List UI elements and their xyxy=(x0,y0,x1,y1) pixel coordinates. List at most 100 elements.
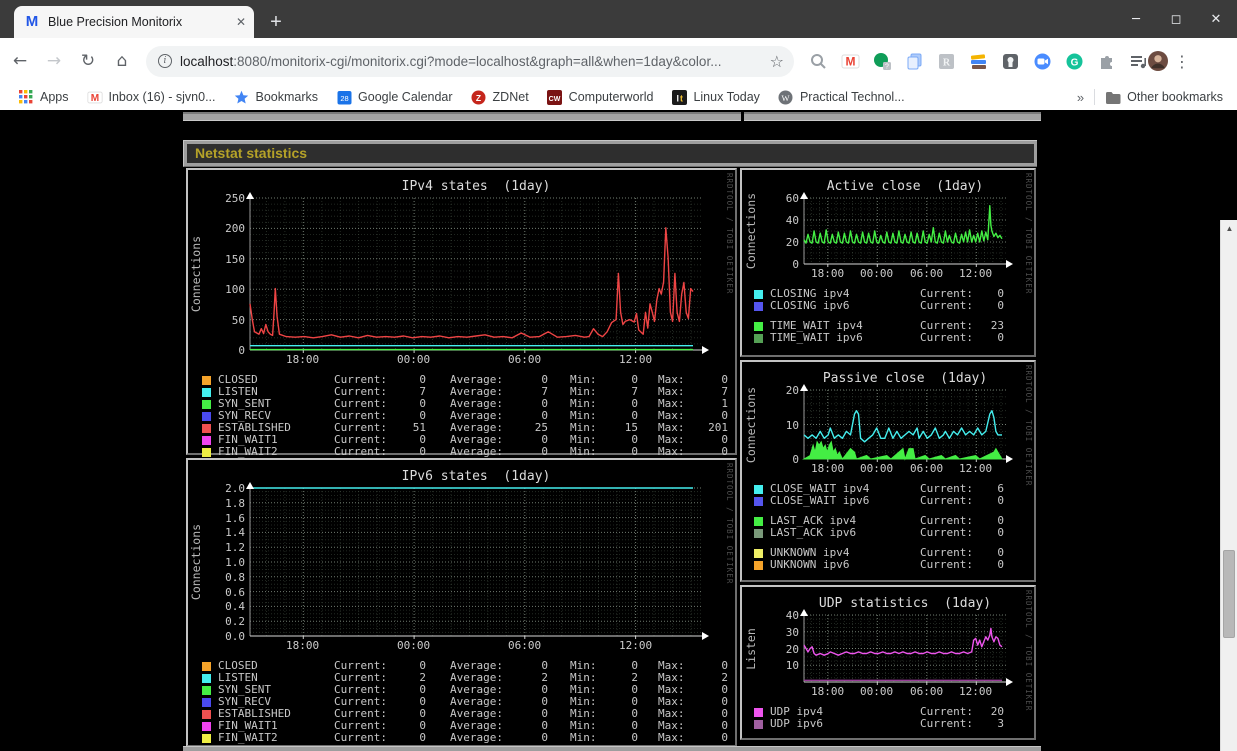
rrdtool-watermark: RRDTOOL / TOBI OETIKER xyxy=(1024,173,1033,295)
address-bar[interactable]: i localhost:8080/monitorix-cgi/monitorix… xyxy=(146,45,794,77)
graph-ipv4-states[interactable]: RRDTOOL / TOBI OETIKER IPv4 states (1day)… xyxy=(186,168,737,458)
graph-title: UDP statistics (1day) xyxy=(818,596,992,611)
x-axis-ticks: 18:00 00:00 06:00 12:00 xyxy=(286,353,653,366)
legend-swatch xyxy=(202,709,211,719)
profile-avatar[interactable] xyxy=(1148,51,1168,71)
copy-extension-icon[interactable] xyxy=(904,51,924,71)
legend-swatch xyxy=(754,707,763,717)
graph-passive-close[interactable]: RRDTOOL / TOBI OETIKER Passive close (1da… xyxy=(740,360,1036,582)
bookmark-label: Linux Today xyxy=(693,90,760,104)
tab-title: Blue Precision Monitorix xyxy=(48,15,183,29)
scroll-up-icon[interactable]: ▲ xyxy=(1221,220,1237,236)
svg-text:28: 28 xyxy=(340,94,348,103)
bookmark-star-icon[interactable]: ☆ xyxy=(770,52,784,71)
bookmarks-divider xyxy=(1094,89,1096,105)
svg-text:R: R xyxy=(942,57,950,68)
bookmark-computerworld[interactable]: CW Computerworld xyxy=(547,89,653,105)
graph-legend: CLOSED Current: 0 Average: 0 Min: 0 Max: 0 LISTEN… xyxy=(202,660,735,744)
tab-close-icon[interactable]: ✕ xyxy=(236,15,246,29)
y-axis-ticks: 0 50 100 150 200 250 xyxy=(225,192,245,357)
rrdtool-watermark: RRDTOOL / TOBI OETIKER xyxy=(725,173,734,295)
chrome-menu-icon[interactable]: ⋮ xyxy=(1174,52,1190,71)
plot-area[interactable] xyxy=(246,482,709,640)
maximize-button[interactable]: ◻ xyxy=(1163,6,1189,32)
x-axis-ticks: 18:00 00:00 06:00 12:00 xyxy=(811,267,993,280)
graph-title: Passive close (1day) xyxy=(822,371,988,386)
forward-icon[interactable]: → xyxy=(40,47,68,75)
page-scrollbar[interactable]: ▲ ▼ xyxy=(1220,220,1237,751)
bookmark-linux-today[interactable]: l t Linux Today xyxy=(671,89,760,105)
bookmark-bookmarks[interactable]: Bookmarks xyxy=(234,89,319,105)
x-axis-ticks: 18:00 00:00 06:00 12:00 xyxy=(811,462,993,475)
apps-icon xyxy=(18,89,34,105)
rrdtool-watermark: RRDTOOL / TOBI OETIKER xyxy=(1024,590,1033,712)
page-info-icon[interactable]: i xyxy=(158,54,172,68)
bookmark-zdnet[interactable]: Z ZDNet xyxy=(471,89,529,105)
bookmark-label: Google Calendar xyxy=(358,90,453,104)
other-bookmarks-button[interactable]: Other bookmarks xyxy=(1105,89,1223,105)
legend-swatch xyxy=(202,697,211,707)
zoomcam-extension-icon[interactable] xyxy=(1032,51,1052,71)
graph-ipv6-states[interactable]: RRDTOOL / TOBI OETIKER IPv6 states (1day)… xyxy=(186,458,737,747)
bookmark-label: Inbox (16) - sjvn0... xyxy=(108,90,216,104)
legend-swatch xyxy=(202,673,211,683)
gmail-extension-icon[interactable]: M xyxy=(840,51,860,71)
url-text[interactable]: localhost:8080/monitorix-cgi/monitorix.c… xyxy=(180,54,762,69)
reader-extension-icon[interactable]: R xyxy=(936,51,956,71)
svg-text:M: M xyxy=(845,54,855,68)
plot-area[interactable] xyxy=(800,609,1013,686)
legend-swatch xyxy=(754,528,763,538)
close-button[interactable]: ✕ xyxy=(1203,6,1229,32)
bookmark-apps[interactable]: Apps xyxy=(18,89,69,105)
home-icon[interactable]: ⌂ xyxy=(108,47,136,75)
legend-swatch xyxy=(754,496,763,506)
y-axis-ticks: 0 10 20 xyxy=(785,384,799,466)
legend-row: UNKNOWN ipv6 Current: 0 xyxy=(754,559,1034,571)
bookmark-practical-technol-[interactable]: W Practical Technol... xyxy=(778,89,905,105)
back-icon[interactable]: ← xyxy=(6,47,34,75)
bookmark-google-calendar[interactable]: 28 Google Calendar xyxy=(336,89,453,105)
minimize-button[interactable]: ─ xyxy=(1123,6,1149,32)
plot-area[interactable] xyxy=(800,384,1013,463)
svg-text:t: t xyxy=(680,93,683,103)
y-axis-label: Connections xyxy=(189,235,204,313)
new-tab-button[interactable]: + xyxy=(262,8,290,36)
bookmark-label: Bookmarks xyxy=(255,90,319,104)
legend-swatch xyxy=(202,423,211,433)
legend-swatch xyxy=(754,719,763,729)
voice-extension-icon[interactable]: ? xyxy=(872,51,892,71)
graph-active-close[interactable]: RRDTOOL / TOBI OETIKER Active close (1day… xyxy=(740,168,1036,357)
previous-section-box-edge xyxy=(744,112,1041,121)
legend-swatch xyxy=(202,733,211,743)
plot-area[interactable] xyxy=(800,192,1013,268)
svg-text:l: l xyxy=(676,93,679,103)
browser-toolbar: ← → ↻ ⌂ i localhost:8080/monitorix-cgi/m… xyxy=(0,38,1237,84)
scrollbar-thumb[interactable] xyxy=(1223,550,1235,638)
y-axis-label: Connections xyxy=(744,386,759,463)
books-extension-icon[interactable] xyxy=(968,51,988,71)
graph-udp-statistics[interactable]: RRDTOOL / TOBI OETIKER UDP statistics (1d… xyxy=(740,585,1036,740)
plot-area[interactable] xyxy=(246,192,709,354)
grammarly-extension-icon[interactable]: G xyxy=(1064,51,1084,71)
legend-swatch xyxy=(754,301,763,311)
rrdtool-watermark: RRDTOOL / TOBI OETIKER xyxy=(725,463,734,585)
titlebar: M Blue Precision Monitorix ✕ + ─ ◻ ✕ xyxy=(0,0,1237,38)
bookmark-label: ZDNet xyxy=(492,90,529,104)
search-extension-icon[interactable] xyxy=(808,51,828,71)
bookmark-label: Practical Technol... xyxy=(799,90,905,104)
lt-icon: lt xyxy=(671,89,687,105)
keeper-extension-icon[interactable] xyxy=(1000,51,1020,71)
reload-icon[interactable]: ↻ xyxy=(74,47,102,75)
previous-section-box-edge xyxy=(183,112,741,121)
y-axis-ticks: 10 20 30 40 xyxy=(785,609,799,672)
folder-icon xyxy=(1105,89,1121,105)
legend-row: LAST_ACK ipv6 Current: 0 xyxy=(754,527,1034,539)
netstat-section-header: Netstat statistics xyxy=(183,140,1037,167)
puzzle-extension-icon[interactable] xyxy=(1096,51,1116,71)
legend-swatch xyxy=(754,560,763,570)
bookmark-inbox-16-sjvn0-[interactable]: M Inbox (16) - sjvn0... xyxy=(86,89,216,105)
browser-tab[interactable]: M Blue Precision Monitorix ✕ xyxy=(14,6,254,38)
playlist-extension-icon[interactable] xyxy=(1128,51,1148,71)
bookmarks-overflow-icon[interactable]: » xyxy=(1077,90,1084,105)
y-axis-label: Connections xyxy=(744,192,759,270)
